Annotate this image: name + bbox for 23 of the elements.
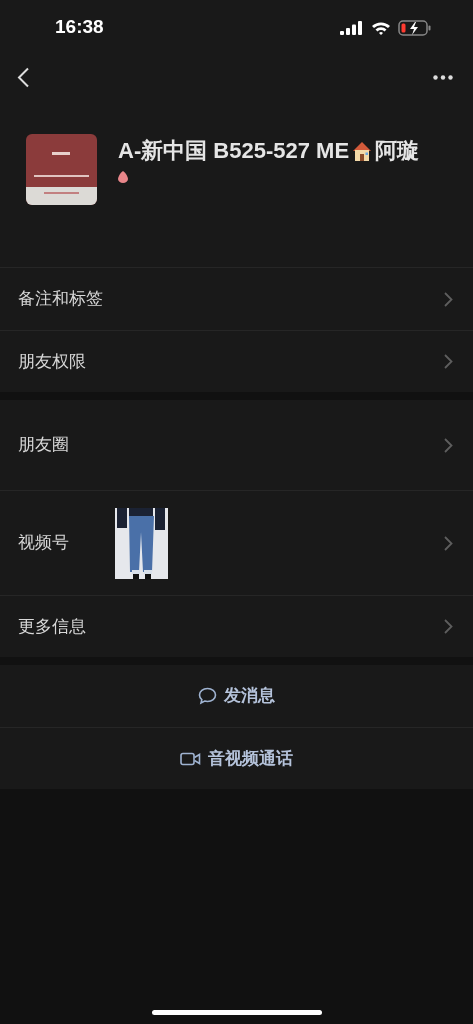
video-camera-icon (180, 751, 201, 766)
action-button[interactable]: 发消息 (198, 683, 275, 709)
back-icon[interactable] (17, 67, 30, 88)
battery-icon (398, 19, 431, 36)
teardrop-icon (118, 171, 128, 183)
chevron-right-icon (444, 354, 453, 369)
chevron-right-icon (444, 291, 453, 307)
contact-name-suffix: 阿璇 (375, 137, 420, 165)
row-label[interactable]: 视频号 (18, 530, 115, 556)
contact-name: A-新中国 B525-527 ME (118, 137, 350, 165)
row-label[interactable]: 更多信息 (18, 613, 115, 640)
action-button[interactable]: 音视频通话 (180, 745, 293, 772)
chevron-right-icon (444, 535, 453, 551)
status-time: 16:38 (55, 15, 104, 40)
row-label[interactable]: 朋友圈 (18, 432, 115, 458)
row-label[interactable]: 备注和标签 (18, 286, 115, 312)
row-label[interactable]: 朋友权限 (18, 348, 115, 375)
more-icon[interactable] (433, 75, 453, 80)
chevron-right-icon (444, 437, 453, 453)
wifi-icon (371, 20, 391, 35)
signal-icon (340, 20, 364, 35)
chat-bubble-icon (198, 687, 217, 705)
chevron-right-icon (444, 619, 453, 634)
